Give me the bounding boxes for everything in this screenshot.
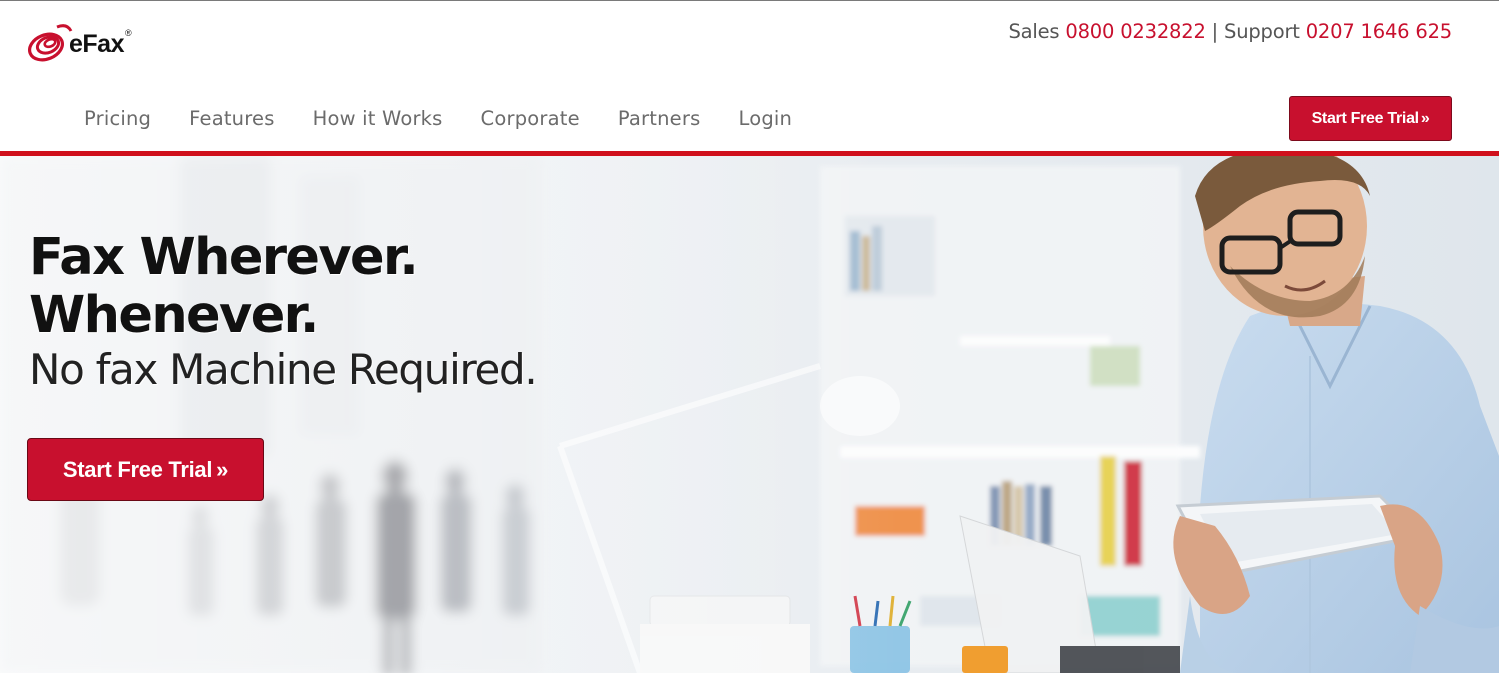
nav-item-features[interactable]: Features	[189, 107, 274, 130]
double-chevron-right-icon: »	[216, 456, 229, 482]
site-header: eFax ® Sales 0800 0232822 | Support 0207…	[0, 1, 1499, 151]
header-start-free-trial-button[interactable]: Start Free Trial »	[1289, 96, 1452, 141]
main-nav: Pricing Features How it Works Corporate …	[84, 107, 792, 130]
hero-subheadline: No fax Machine Required.	[29, 345, 538, 394]
hero-headline: Fax Wherever. Whenever. No fax Machine R…	[29, 228, 538, 399]
hero-banner: Fax Wherever. Whenever. No fax Machine R…	[0, 156, 1499, 673]
nav-item-pricing[interactable]: Pricing	[84, 107, 151, 130]
contact-info: Sales 0800 0232822 | Support 0207 1646 6…	[1008, 20, 1452, 43]
logo-wordmark: eFax	[69, 29, 124, 58]
hero-headline-line2: Whenever.	[29, 286, 319, 345]
support-phone-link[interactable]: 0207 1646 625	[1306, 20, 1452, 43]
efax-swirl-icon	[28, 24, 73, 62]
nav-item-partners[interactable]: Partners	[618, 107, 701, 130]
sales-label: Sales	[1008, 20, 1060, 43]
hero-cta-label: Start Free Trial	[62, 456, 213, 482]
registered-mark: ®	[124, 28, 132, 38]
nav-item-how-it-works[interactable]: How it Works	[313, 107, 443, 130]
support-label: Support	[1224, 20, 1300, 43]
nav-item-login[interactable]: Login	[738, 107, 792, 130]
hero-start-free-trial-button[interactable]: Start Free Trial »	[27, 438, 264, 501]
sales-phone-link[interactable]: 0800 0232822	[1065, 20, 1205, 43]
nav-item-corporate[interactable]: Corporate	[481, 107, 580, 130]
contact-separator: |	[1211, 20, 1219, 43]
double-chevron-right-icon: »	[1420, 109, 1430, 127]
efax-logo[interactable]: eFax ®	[27, 19, 157, 67]
hero-headline-line1: Fax Wherever.	[29, 228, 419, 287]
header-cta-label: Start Free Trial	[1311, 109, 1420, 127]
